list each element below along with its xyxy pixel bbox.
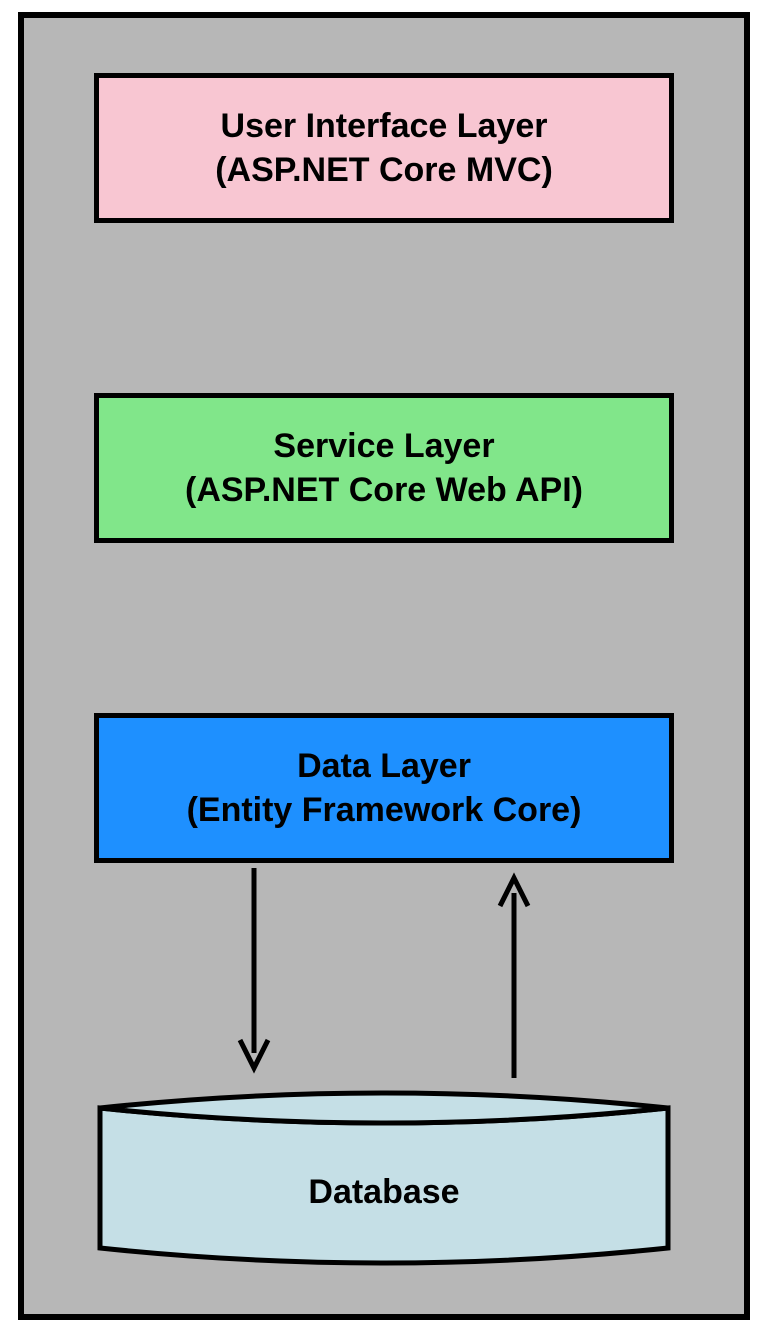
data-layer-subtitle: (Entity Framework Core)	[187, 788, 582, 832]
database-cylinder: Database	[94, 1078, 674, 1278]
data-layer-title: Data Layer	[297, 744, 471, 788]
diagram-panel: User Interface Layer (ASP.NET Core MVC) …	[18, 12, 750, 1320]
arrow-up-icon	[494, 868, 534, 1078]
ui-layer-title: User Interface Layer	[221, 104, 548, 148]
data-layer-box: Data Layer (Entity Framework Core)	[94, 713, 674, 863]
ui-layer-box: User Interface Layer (ASP.NET Core MVC)	[94, 73, 674, 223]
service-layer-subtitle: (ASP.NET Core Web API)	[185, 468, 583, 512]
service-layer-box: Service Layer (ASP.NET Core Web API)	[94, 393, 674, 543]
service-layer-title: Service Layer	[273, 424, 494, 468]
database-label: Database	[94, 1173, 674, 1212]
ui-layer-subtitle: (ASP.NET Core MVC)	[215, 148, 553, 192]
arrow-down-icon	[234, 868, 274, 1078]
diagram-frame: User Interface Layer (ASP.NET Core MVC) …	[0, 0, 768, 1332]
